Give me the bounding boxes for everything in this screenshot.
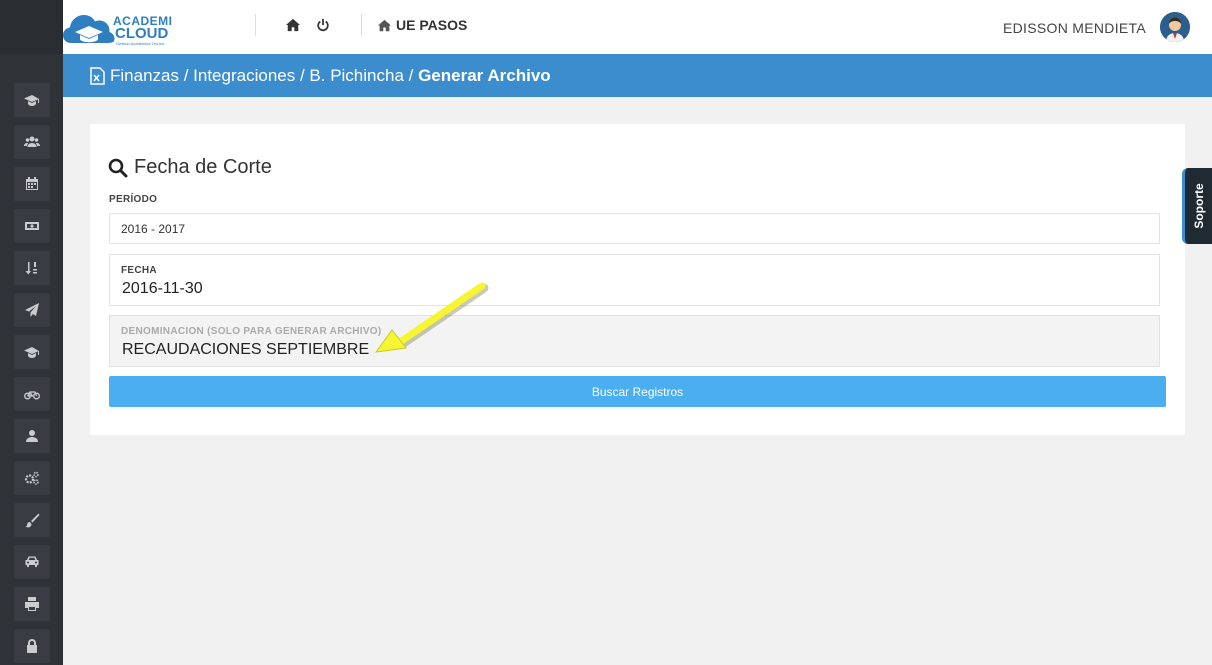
excel-file-icon	[90, 66, 105, 85]
logo-text-cloud: CLOUD	[115, 25, 169, 42]
paint-brush-icon[interactable]	[14, 503, 50, 537]
money-icon[interactable]	[14, 209, 50, 243]
breadcrumb-current: Generar Archivo	[418, 65, 551, 85]
power-icon[interactable]	[315, 17, 331, 33]
periodo-select[interactable]: 2016 - 2017	[109, 213, 1160, 244]
cogs-icon[interactable]	[14, 461, 50, 495]
graduation-cap-icon[interactable]	[14, 83, 50, 117]
breadcrumb: Finanzas / Integraciones / B. Pichincha …	[63, 54, 1212, 97]
academicloud-logo[interactable]: ACADEMI CLOUD Gestión Académica OnLine	[63, 5, 173, 49]
breadcrumb-separator: /	[403, 65, 419, 85]
user-name[interactable]: EDISSON MENDIETA	[1003, 20, 1146, 36]
car-icon[interactable]	[14, 545, 50, 579]
card-title-text: Fecha de Corte	[134, 156, 272, 178]
breadcrumb-pichincha[interactable]: B. Pichincha	[309, 66, 404, 86]
school-selector[interactable]: UE PASOS	[378, 17, 467, 33]
buscar-registros-button[interactable]: Buscar Registros	[109, 376, 1166, 407]
top-bar: ACADEMI CLOUD Gestión Académica OnLine U…	[63, 0, 1212, 54]
periodo-value: 2016 - 2017	[121, 222, 186, 236]
card-title: Fecha de Corte	[108, 156, 272, 179]
bicycle-icon[interactable]	[14, 377, 50, 411]
users-icon[interactable]	[14, 125, 50, 159]
home-icon[interactable]	[285, 17, 301, 33]
denominacion-field[interactable]: DENOMINACION (SOLO PARA GENERAR ARCHIVO)…	[109, 315, 1160, 367]
search-icon	[108, 158, 128, 177]
home-icon	[378, 19, 391, 31]
annotation-arrow-icon	[374, 282, 489, 353]
sort-icon[interactable]	[14, 251, 50, 285]
breadcrumb-integraciones[interactable]: Integraciones	[193, 66, 295, 86]
calendar-icon[interactable]	[14, 167, 50, 201]
fecha-label: FECHA	[121, 265, 157, 276]
denominacion-value: RECAUDACIONES SEPTIEMBRE	[122, 341, 370, 358]
print-icon[interactable]	[14, 587, 50, 621]
divider	[361, 14, 362, 36]
soporte-label: Soporte	[1191, 183, 1206, 229]
lock-icon[interactable]	[14, 629, 50, 663]
breadcrumb-finanzas[interactable]: Finanzas	[110, 66, 179, 86]
breadcrumb-separator: /	[295, 65, 310, 85]
graduation-cap-icon[interactable]	[14, 335, 50, 369]
avatar[interactable]	[1160, 12, 1190, 42]
user-icon[interactable]	[14, 419, 50, 453]
fecha-value: 2016-11-30	[122, 280, 203, 297]
fecha-corte-card: Fecha de Corte PERÍODO 2016 - 2017 FECHA…	[90, 124, 1185, 435]
school-name: UE PASOS	[396, 17, 468, 33]
soporte-tab[interactable]: Soporte	[1182, 168, 1212, 244]
divider	[255, 14, 256, 36]
sidebar	[0, 0, 63, 665]
denominacion-label: DENOMINACION (SOLO PARA GENERAR ARCHIVO)	[121, 326, 382, 337]
sidebar-header	[0, 0, 63, 54]
paper-plane-icon[interactable]	[14, 293, 50, 327]
periodo-label: PERÍODO	[109, 194, 158, 205]
breadcrumb-separator: /	[178, 65, 194, 85]
logo-tagline: Gestión Académica OnLine	[116, 41, 165, 46]
fecha-field[interactable]: FECHA 2016-11-30	[109, 254, 1160, 306]
